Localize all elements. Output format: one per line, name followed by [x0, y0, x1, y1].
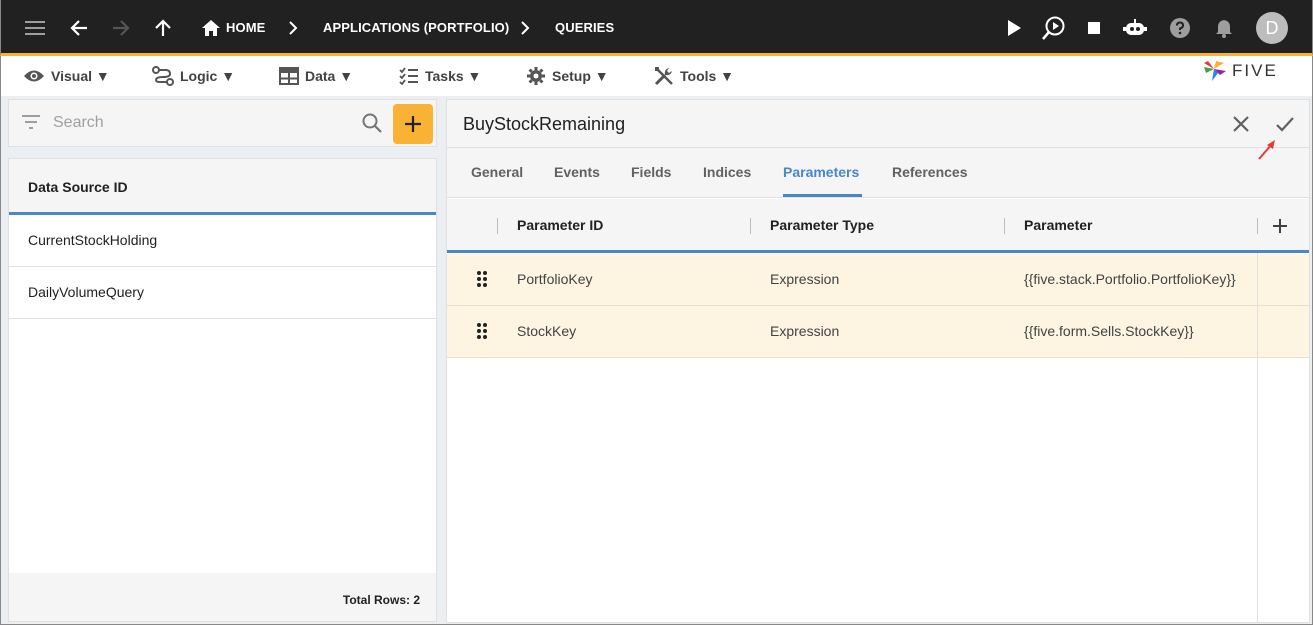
menu-logic-label: Logic ▼ [180, 68, 236, 84]
debug-run-icon[interactable] [1040, 14, 1068, 42]
menu-tools[interactable]: Tools ▼ [654, 62, 734, 90]
drag-handle-icon[interactable] [477, 270, 487, 288]
five-logo-icon [1204, 61, 1226, 81]
menu-tasks[interactable]: Tasks ▼ [399, 62, 481, 90]
menu-data[interactable]: Data ▼ [279, 62, 353, 90]
check-icon[interactable] [1273, 112, 1297, 136]
breadcrumb-queries[interactable]: QUERIES [555, 20, 614, 35]
menu-setup[interactable]: Setup ▼ [526, 62, 609, 90]
chat-bot-icon[interactable] [1121, 14, 1149, 42]
breadcrumb-applications[interactable]: APPLICATIONS (PORTFOLIO) [323, 20, 509, 35]
forward-arrow-icon[interactable] [107, 14, 135, 42]
avatar[interactable]: D [1256, 12, 1288, 44]
menu-visual[interactable]: Visual ▼ [23, 62, 110, 90]
chevron-right-icon [279, 14, 307, 42]
logic-icon [152, 66, 174, 86]
tab-indices[interactable]: Indices [703, 164, 751, 180]
tab-bar: General Events Fields Indices Parameters… [447, 148, 1309, 198]
column-divider[interactable] [750, 218, 751, 234]
list-item-label: DailyVolumeQuery [28, 284, 144, 300]
menu-bar: Visual ▼ Logic ▼ Data ▼ Tasks ▼ Setup ▼ … [0, 56, 1313, 96]
cell-parameter: {{five.form.Sells.StockKey}} [1024, 323, 1194, 339]
eye-icon [24, 70, 44, 82]
grid-action-column-divider [1257, 253, 1258, 623]
help-icon[interactable] [1166, 14, 1194, 42]
table-row[interactable]: PortfolioKey Expression {{five.stack.Por… [447, 254, 1309, 306]
gear-icon [527, 67, 545, 85]
bell-icon[interactable] [1210, 14, 1238, 42]
menu-logic[interactable]: Logic ▼ [152, 62, 235, 90]
column-header-parameter-type[interactable]: Parameter Type [770, 217, 874, 233]
search-bar [8, 99, 437, 147]
table-icon [279, 67, 299, 85]
tab-general[interactable]: General [471, 164, 523, 180]
data-source-list: Data Source ID CurrentStockHolding Daily… [8, 158, 437, 622]
table-row[interactable]: StockKey Expression {{five.form.Sells.St… [447, 306, 1309, 358]
column-divider[interactable] [1257, 218, 1258, 234]
menu-tasks-label: Tasks ▼ [425, 68, 482, 84]
stop-icon[interactable] [1080, 14, 1108, 42]
menu-tools-label: Tools ▼ [680, 68, 735, 84]
search-icon[interactable] [361, 112, 383, 134]
list-column-header-label: Data Source ID [28, 179, 128, 195]
chevron-right-icon [511, 14, 539, 42]
filter-icon[interactable] [21, 114, 41, 130]
list-item[interactable]: DailyVolumeQuery [9, 267, 436, 319]
cell-parameter-type: Expression [770, 271, 840, 287]
detail-panel: BuyStockRemaining General Events Fields … [446, 99, 1310, 623]
column-header-parameter[interactable]: Parameter [1024, 217, 1093, 233]
checklist-icon [399, 67, 418, 85]
tab-fields[interactable]: Fields [631, 164, 671, 180]
menu-visual-label: Visual ▼ [51, 68, 110, 84]
home-icon[interactable] [197, 14, 225, 42]
column-divider[interactable] [497, 218, 498, 234]
column-header-parameter-id[interactable]: Parameter ID [517, 217, 603, 233]
cell-parameter-id: StockKey [517, 323, 577, 339]
add-row-icon[interactable] [1271, 217, 1289, 235]
play-icon[interactable] [1000, 14, 1028, 42]
menu-icon[interactable] [21, 14, 49, 42]
list-column-header[interactable]: Data Source ID [9, 159, 436, 215]
drag-handle-icon[interactable] [477, 322, 487, 340]
page-title: BuyStockRemaining [463, 114, 626, 134]
detail-header: BuyStockRemaining [447, 100, 1309, 148]
annotation-arrow-icon [1258, 140, 1275, 160]
list-item-label: CurrentStockHolding [28, 232, 158, 248]
cell-parameter-id: PortfolioKey [517, 271, 593, 287]
tab-events[interactable]: Events [554, 164, 600, 180]
tools-icon [654, 67, 673, 86]
list-footer: Total Rows: 2 [9, 573, 436, 621]
active-tab-indicator [783, 194, 862, 197]
breadcrumb-home[interactable]: HOME [226, 20, 265, 35]
list-item[interactable]: CurrentStockHolding [9, 215, 436, 267]
search-input[interactable] [53, 108, 353, 138]
cell-parameter-type: Expression [770, 323, 840, 339]
menu-setup-label: Setup ▼ [552, 68, 609, 84]
add-record-button[interactable] [393, 104, 433, 144]
menu-data-label: Data ▼ [305, 68, 354, 84]
tab-references[interactable]: References [892, 164, 968, 180]
plus-icon [405, 116, 421, 132]
grid-header: Parameter ID Parameter Type Parameter [447, 199, 1309, 253]
five-logo: FIVE [1202, 59, 1278, 83]
up-arrow-icon[interactable] [149, 14, 177, 42]
cell-parameter: {{five.stack.Portfolio.PortfolioKey}} [1024, 271, 1236, 287]
top-bar: HOME APPLICATIONS (PORTFOLIO) QUERIES D [0, 0, 1313, 56]
column-divider[interactable] [1004, 218, 1005, 234]
close-icon[interactable] [1229, 112, 1253, 136]
total-rows: Total Rows: 2 [342, 593, 420, 607]
back-arrow-icon[interactable] [65, 14, 93, 42]
tab-parameters[interactable]: Parameters [783, 164, 859, 180]
five-logo-text: FIVE [1232, 61, 1278, 80]
